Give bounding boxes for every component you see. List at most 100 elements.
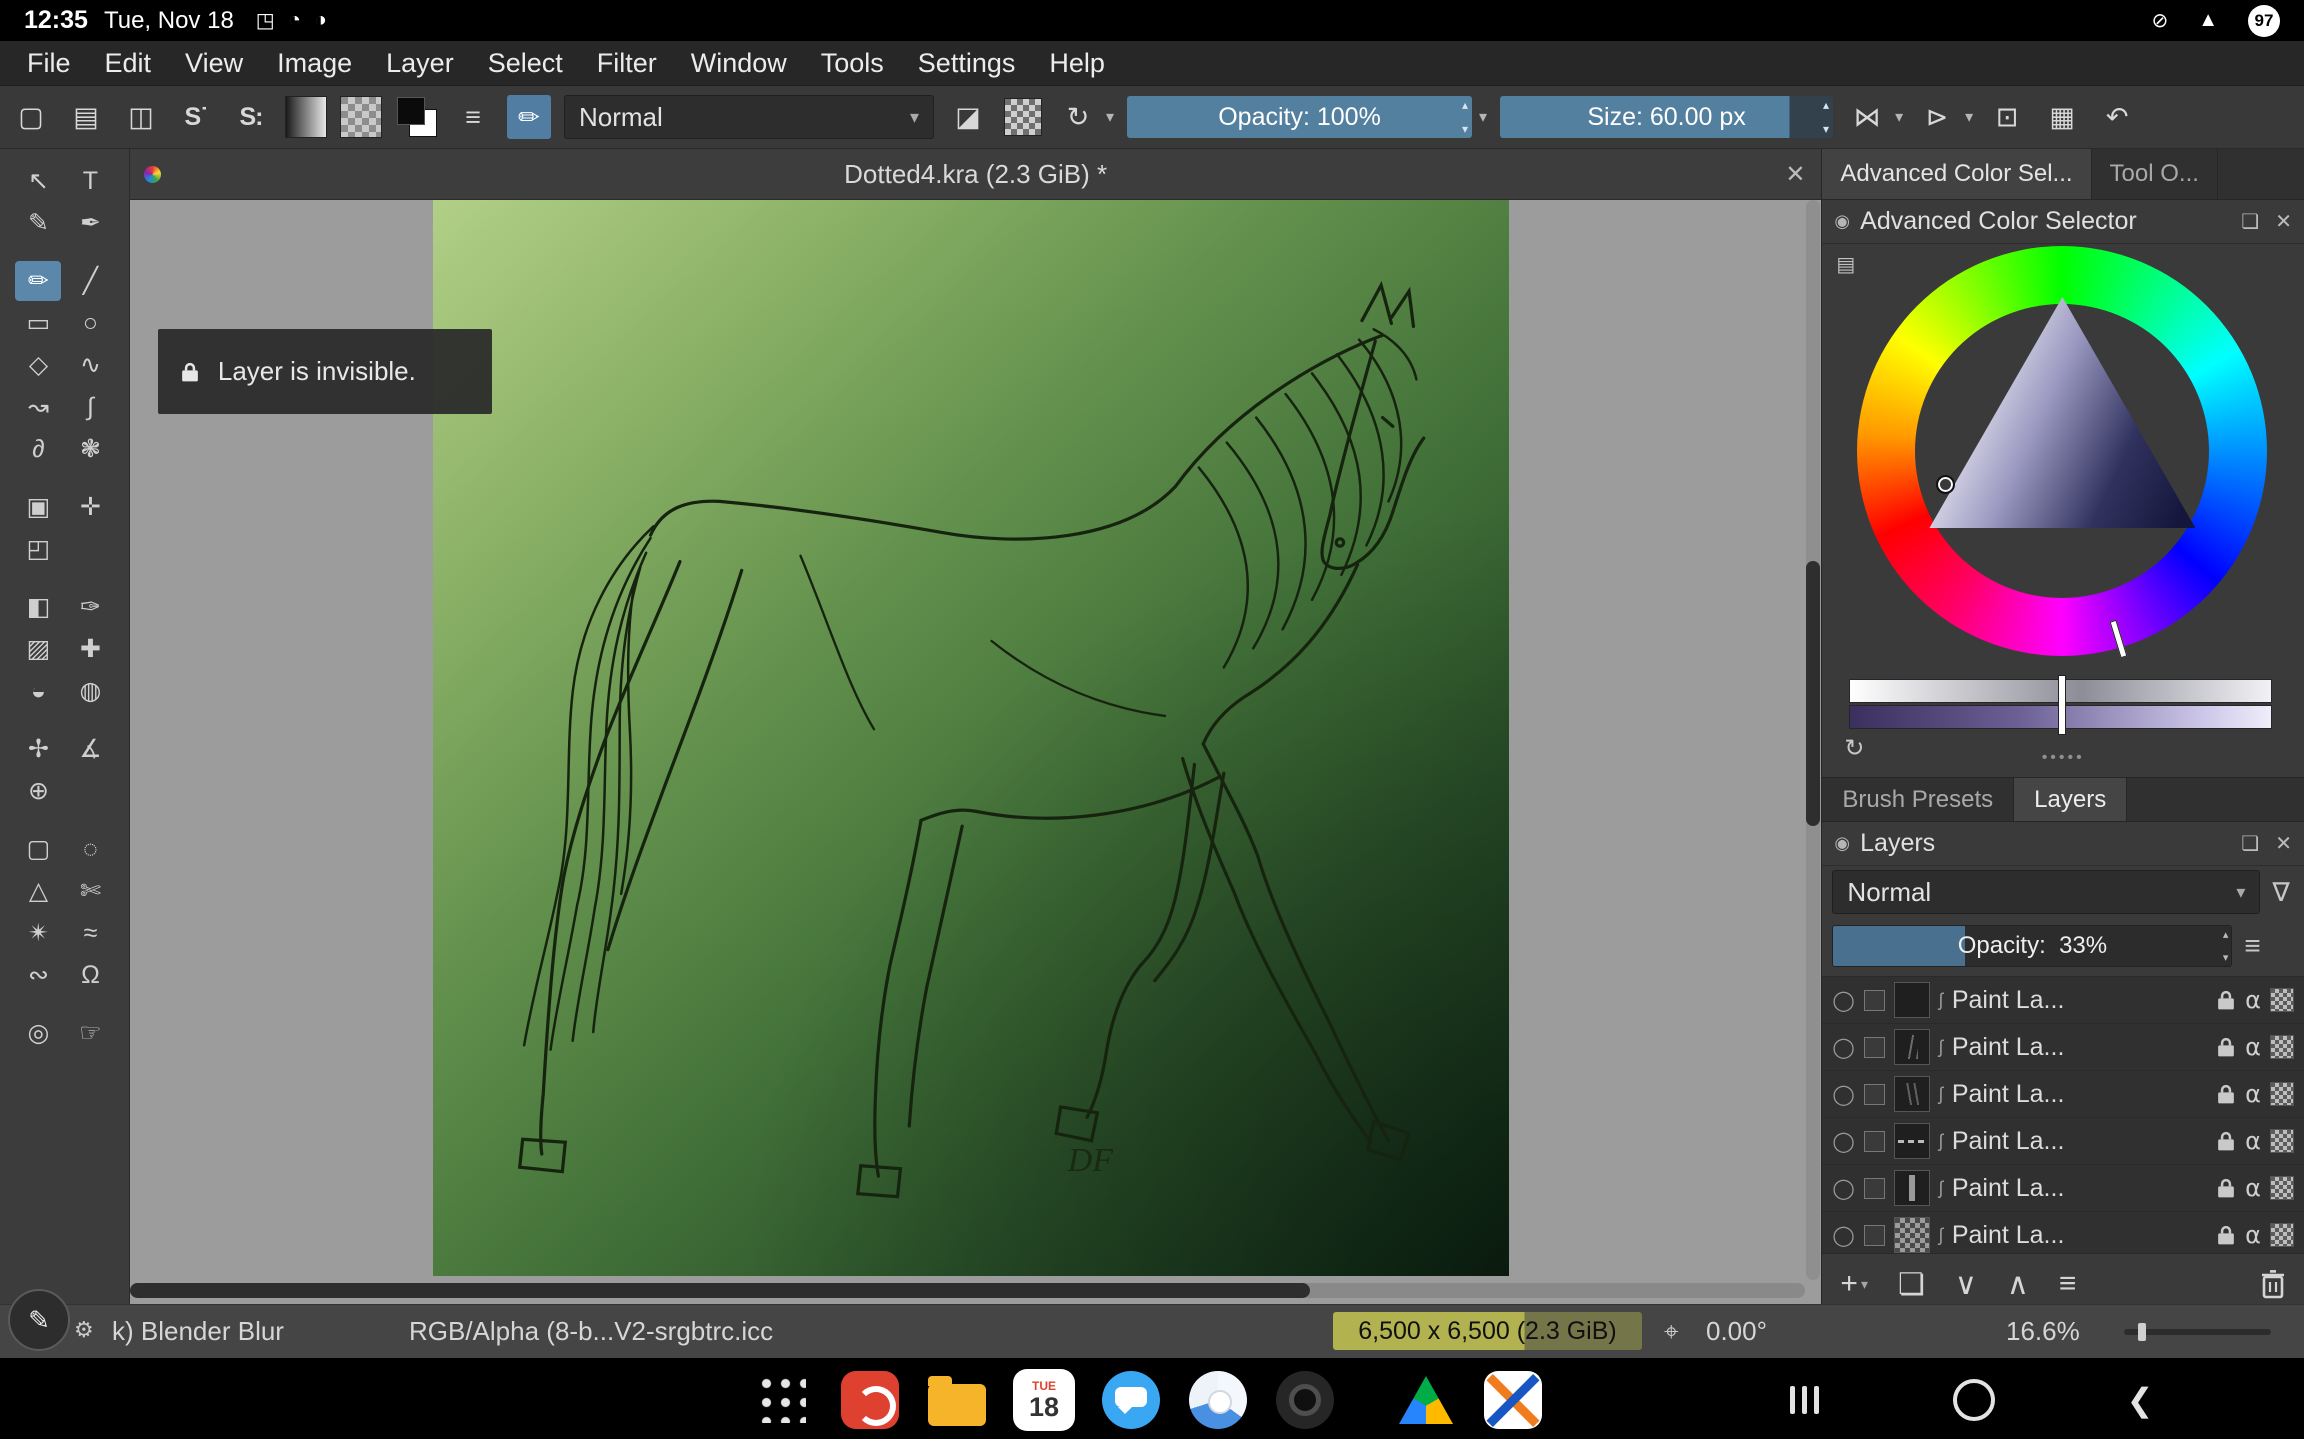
- wrap-around-button[interactable]: ⊡: [1986, 95, 2028, 139]
- menu-item[interactable]: Filter: [580, 41, 674, 85]
- calendar-app-icon[interactable]: TUE 18: [1013, 1369, 1075, 1431]
- menu-item[interactable]: Select: [471, 41, 580, 85]
- canvas-angle-value[interactable]: 0.00°: [1706, 1316, 1767, 1347]
- tool-move[interactable]: ✛: [67, 487, 113, 527]
- tool-polygon-select[interactable]: △: [15, 871, 61, 911]
- layer-checkbox[interactable]: [1864, 990, 1885, 1011]
- lock-icon[interactable]: [2216, 1224, 2236, 1246]
- app-drawer-icon[interactable]: [752, 1369, 814, 1431]
- brush-preset-chooser[interactable]: ✏: [507, 95, 551, 139]
- visibility-icon[interactable]: ◯: [1832, 1176, 1854, 1201]
- alpha-inherit-icon[interactable]: α: [2245, 1174, 2261, 1202]
- tool-line[interactable]: ╱: [67, 261, 113, 301]
- tool-measure[interactable]: ∡: [67, 729, 113, 769]
- menu-item[interactable]: Edit: [88, 41, 169, 85]
- tool-ellipse-select[interactable]: ◌: [67, 829, 113, 869]
- xppen-app-icon[interactable]: [1482, 1369, 1544, 1431]
- tool-transform[interactable]: ▣: [15, 487, 61, 527]
- add-layer-button[interactable]: +▾: [1840, 1267, 1868, 1301]
- new-document-button[interactable]: ▢: [10, 95, 52, 139]
- layer-checkbox[interactable]: [1864, 1225, 1885, 1246]
- layer-checkbox[interactable]: [1864, 1131, 1885, 1152]
- lock-icon[interactable]: [2216, 1036, 2236, 1058]
- visibility-icon[interactable]: ◯: [1832, 1129, 1854, 1154]
- tool-similar-select[interactable]: ≈: [67, 913, 113, 953]
- tool-freehand-brush[interactable]: ✏: [15, 261, 61, 301]
- lock-icon[interactable]: [2216, 1177, 2236, 1199]
- tool-magnetic-select[interactable]: Ω: [67, 955, 113, 995]
- tool-gradient[interactable]: ◧: [15, 587, 61, 627]
- alpha-lock-checker-icon[interactable]: [2270, 1082, 2294, 1106]
- shade-selector-button[interactable]: ▤: [1836, 252, 1855, 277]
- move-layer-down-button[interactable]: ∨: [1955, 1267, 1977, 1302]
- layer-row[interactable]: ◯ ʃ Paint La... α: [1822, 1118, 2304, 1165]
- layer-checkbox[interactable]: [1864, 1178, 1885, 1199]
- tool-contiguous-select[interactable]: ✴: [15, 913, 61, 953]
- layer-checkbox[interactable]: [1864, 1084, 1885, 1105]
- alpha-inherit-icon[interactable]: α: [2245, 1033, 2261, 1061]
- tab-layers[interactable]: Layers: [2014, 778, 2127, 821]
- layer-properties-button[interactable]: ≡: [2059, 1267, 2077, 1301]
- tab-brush-presets[interactable]: Brush Presets: [1822, 778, 2014, 821]
- pattern-chooser[interactable]: [340, 96, 382, 138]
- menu-item[interactable]: Image: [260, 41, 369, 85]
- mirror-vertical-button[interactable]: ⊳: [1916, 95, 1958, 139]
- brush-size-slider[interactable]: Size: 60.00 px ▴▾: [1500, 96, 1833, 138]
- tool-enclose-fill[interactable]: ◍: [67, 671, 113, 711]
- brush-preset-history-button[interactable]: S:: [230, 95, 272, 139]
- brush-editor-button[interactable]: S˙: [175, 95, 217, 139]
- alpha-inherit-icon[interactable]: α: [2245, 1221, 2261, 1249]
- layer-options-icon[interactable]: ≡: [2244, 930, 2260, 962]
- tool-polygon[interactable]: ◇: [15, 345, 61, 385]
- scrollbar-thumb[interactable]: [130, 1283, 1310, 1298]
- float-docker-icon[interactable]: ❏: [2241, 831, 2259, 856]
- tool-rectangle[interactable]: ▭: [15, 303, 61, 343]
- layer-row[interactable]: ◯ ʃ Paint La... α: [1822, 977, 2304, 1024]
- tool-dynamic-brush[interactable]: ∂: [15, 429, 61, 469]
- menu-item[interactable]: View: [168, 41, 260, 85]
- grid-button[interactable]: ▦: [2041, 95, 2083, 139]
- menu-item[interactable]: Settings: [901, 41, 1033, 85]
- layer-row[interactable]: ◯ ʃ Paint La... α: [1822, 1165, 2304, 1212]
- delete-layer-button[interactable]: [2260, 1269, 2286, 1299]
- undo-button[interactable]: ↶: [2096, 95, 2138, 139]
- alpha-lock-checker-icon[interactable]: [2270, 1035, 2294, 1059]
- visibility-icon[interactable]: ◯: [1832, 1082, 1854, 1107]
- brush-settings-button[interactable]: ≡: [452, 95, 494, 139]
- pen-mode-button[interactable]: ✎: [8, 1289, 70, 1351]
- messages-app-icon[interactable]: [1100, 1369, 1162, 1431]
- chevron-down-icon[interactable]: ▾: [1106, 107, 1114, 127]
- visibility-icon[interactable]: ◯: [1832, 988, 1854, 1013]
- opacity-slider[interactable]: Opacity: 100% ▴▾: [1127, 96, 1472, 138]
- tool-assistants[interactable]: ✢: [15, 729, 61, 769]
- filter-layers-icon[interactable]: ∇: [2272, 877, 2289, 908]
- menu-item[interactable]: Layer: [369, 41, 471, 85]
- files-app-icon[interactable]: [926, 1369, 988, 1431]
- menu-item[interactable]: Help: [1032, 41, 1122, 85]
- menu-item[interactable]: File: [10, 41, 88, 85]
- tool-bezier-select[interactable]: ∾: [15, 955, 61, 995]
- tool-rect-select[interactable]: ▢: [15, 829, 61, 869]
- layer-checkbox[interactable]: [1864, 1037, 1885, 1058]
- move-layer-up-button[interactable]: ∧: [2007, 1267, 2029, 1302]
- layer-row[interactable]: ◯ ʃ Paint La... α: [1822, 1071, 2304, 1118]
- alpha-lock-checker-icon[interactable]: [2270, 988, 2294, 1012]
- scrollbar-thumb[interactable]: [1806, 561, 1820, 826]
- gradient-chooser[interactable]: [285, 96, 327, 138]
- alpha-lock-checker-icon[interactable]: [2270, 1176, 2294, 1200]
- tab-advanced-color-selector[interactable]: Advanced Color Sel...: [1822, 149, 2091, 199]
- lock-icon[interactable]: [2216, 989, 2236, 1011]
- chevron-down-icon[interactable]: ▾: [1895, 107, 1903, 127]
- gear-icon[interactable]: ⚙: [74, 1317, 94, 1343]
- drive-app-icon[interactable]: [1395, 1369, 1457, 1431]
- current-brush-name[interactable]: k) Blender Blur: [112, 1316, 284, 1347]
- zoom-level-value[interactable]: 16.6%: [2006, 1316, 2080, 1347]
- zoom-slider-thumb[interactable]: [2138, 1323, 2146, 1341]
- chevron-down-icon[interactable]: ▾: [1479, 107, 1487, 127]
- tool-pan[interactable]: ☞: [67, 1013, 113, 1053]
- camera-app-icon[interactable]: [1274, 1369, 1336, 1431]
- alpha-lock-checker-icon[interactable]: [2270, 1223, 2294, 1247]
- horizontal-scrollbar[interactable]: [130, 1283, 1806, 1298]
- tool-reference-images[interactable]: ⊕: [15, 771, 61, 811]
- tool-freehand-select[interactable]: ✄: [67, 871, 113, 911]
